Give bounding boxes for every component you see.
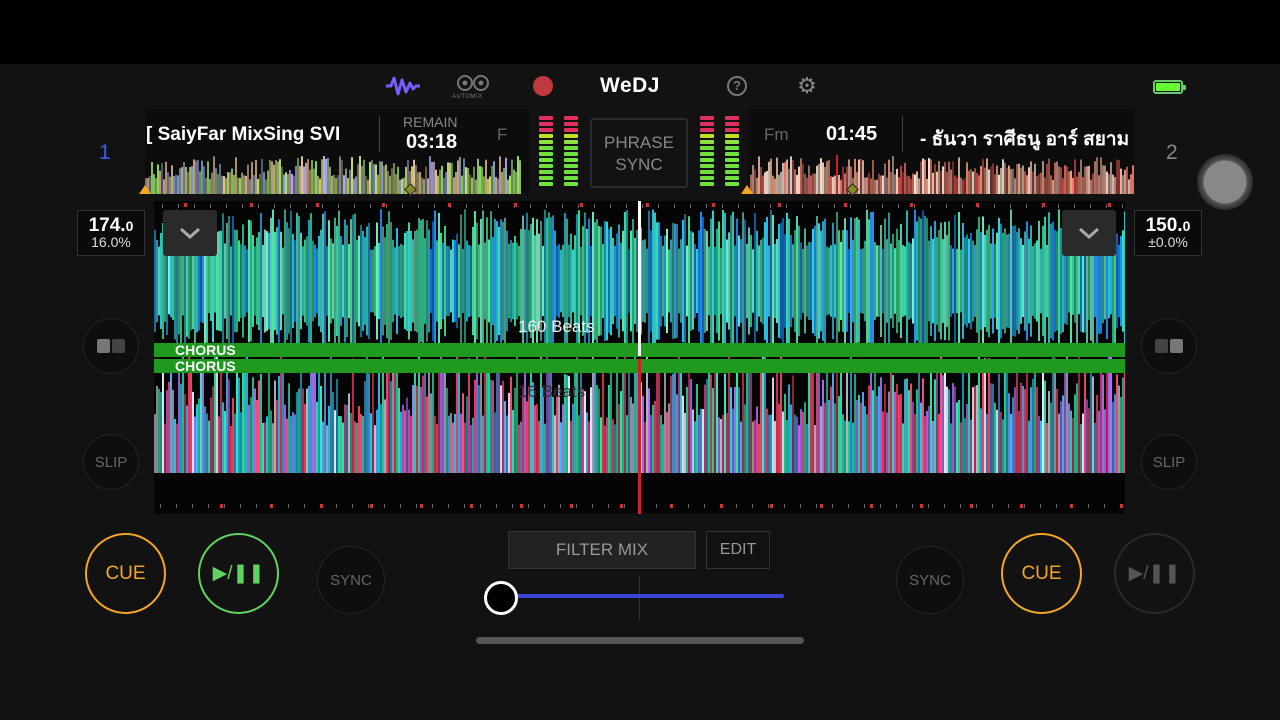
top-toolbar: AUTOMIX WeDJ ? ⚙ (0, 64, 1280, 108)
deck1-beats-label: 160 Beats (518, 317, 595, 336)
deck2-pitch: ±0.0% (1148, 234, 1188, 250)
deck1-level-meter-r (564, 116, 578, 188)
home-indicator (476, 637, 804, 644)
split-view-icon (97, 339, 125, 353)
deck2-number: 2 (1166, 141, 1178, 164)
phrase-sync-label-2: SYNC (615, 155, 663, 174)
deck1-number: 1 (99, 141, 111, 164)
deck1-key: F (497, 125, 508, 144)
deck2-phrase-label: CHORUS (175, 358, 236, 374)
settings-icon[interactable]: ⚙ (796, 72, 818, 100)
chevron-down-icon (1079, 227, 1099, 239)
deck2-view-toggle-button[interactable] (1141, 318, 1197, 374)
deck2-slip-button[interactable]: SLIP (1141, 434, 1197, 490)
crossfader-center-mark (639, 576, 640, 620)
deck2-level-meter-r (725, 116, 739, 188)
deck1-bpm-display[interactable]: 174.0 16.0% (77, 210, 145, 256)
filter-mix-slider-track[interactable] (500, 594, 784, 598)
deck2-sync-button[interactable]: SYNC (896, 546, 964, 614)
deck1-cue-button[interactable]: CUE (85, 533, 166, 614)
deck2-bpm-display[interactable]: 150.0 ±0.0% (1134, 210, 1202, 256)
deck1-remain-label: REMAIN (403, 114, 458, 130)
waveform-icon[interactable] (386, 72, 420, 100)
deck1-pitch: 16.0% (91, 234, 131, 250)
deck2-level-meter-l (700, 116, 714, 188)
wedj-app: AUTOMIX WeDJ ? ⚙ 1 2 [ SaiyFar MixSing S… (0, 64, 1280, 720)
deck1-cue-marker (139, 185, 151, 194)
battery-icon (1153, 80, 1186, 94)
deck1-track-title: [ SaiyFar MixSing SVI (146, 124, 341, 145)
deck2-cue-marker (741, 185, 753, 194)
filter-mix-slider-knob[interactable] (484, 581, 518, 615)
deck1-bpm-decimal: 0 (125, 218, 134, 234)
deck2-overview-waveform[interactable] (750, 154, 1134, 194)
deck2-track-title: - ธันวา ราศีธนู อาร์ สยาม (920, 129, 1130, 150)
deck1-play-pause-button[interactable]: ▶/❚❚ (198, 533, 279, 614)
chevron-down-icon (180, 227, 200, 239)
deck2-play-pause-button[interactable]: ▶/❚❚ (1114, 533, 1195, 614)
deck2-cue-button[interactable]: CUE (1001, 533, 1082, 614)
deck2-bpm-decimal: 0 (1182, 218, 1191, 234)
deck1-collapse-button[interactable] (163, 210, 217, 256)
filter-mix-button[interactable]: FILTER MIX (508, 531, 696, 569)
deck1-remain-time: 03:18 (406, 131, 458, 153)
deck2-playhead (638, 359, 641, 514)
deck1-phrase-label: CHORUS (175, 342, 236, 358)
automix-icon[interactable] (456, 72, 490, 94)
deck1-overview-waveform[interactable] (145, 154, 525, 194)
edit-button[interactable]: EDIT (706, 531, 770, 569)
automix-label: AUTOMIX (452, 94, 483, 100)
phrase-sync-label-1: PHRASE (604, 133, 674, 152)
help-icon[interactable]: ? (726, 72, 748, 100)
app-logo: WeDJ (600, 74, 660, 97)
divider (902, 116, 903, 152)
assistive-touch-button[interactable] (1197, 154, 1253, 210)
phrase-sync-button[interactable]: PHRASE SYNC (590, 118, 688, 188)
deck2-beats-label: 16 Beats (518, 382, 586, 401)
record-icon[interactable] (532, 72, 554, 100)
deck1-slip-button[interactable]: SLIP (83, 434, 139, 490)
split-view-icon (1155, 339, 1183, 353)
divider (379, 116, 380, 152)
deck2-bpm: 150. (1145, 215, 1183, 236)
deck2-time: 01:45 (826, 123, 878, 145)
deck2-collapse-button[interactable] (1062, 210, 1116, 256)
deck1-bpm: 174. (88, 215, 126, 236)
deck1-view-toggle-button[interactable] (83, 318, 139, 374)
deck1-playhead (638, 201, 641, 356)
deck1-level-meter-l (539, 116, 553, 188)
deck2-overview-playhead (836, 155, 838, 194)
deck2-key: Fm (764, 125, 789, 144)
deck1-sync-button[interactable]: SYNC (317, 546, 385, 614)
